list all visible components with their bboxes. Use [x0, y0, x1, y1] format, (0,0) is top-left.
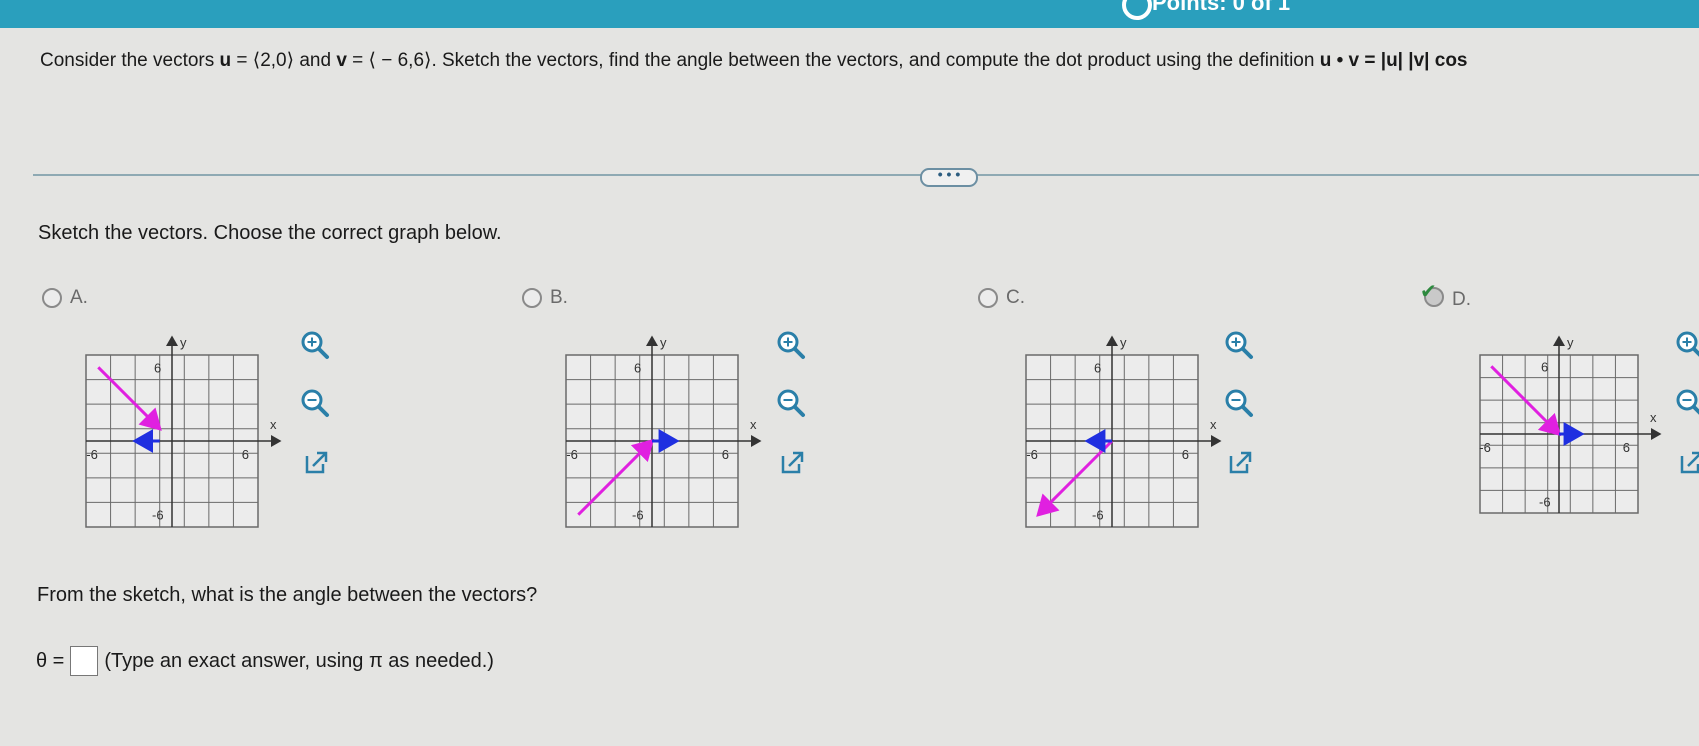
x-axis-label: x: [750, 417, 757, 432]
tick-label-y-pos: 6: [154, 360, 161, 375]
more-button[interactable]: • • •: [920, 167, 978, 187]
zoom-in-icon[interactable]: [1219, 325, 1259, 365]
radio-c[interactable]: [978, 288, 998, 308]
prompt-text: Sketch the vectors. Choose the correct g…: [38, 222, 502, 244]
zoom-out-icon[interactable]: [1219, 383, 1259, 423]
tick-label-x-neg: -6: [86, 447, 98, 462]
tick-label-x-pos: 6: [722, 447, 729, 462]
y-axis-label: y: [1120, 335, 1127, 350]
points-ring-icon: [1122, 0, 1152, 20]
graph-b: y x 6 -6 -6 6: [565, 335, 762, 528]
external-link-icon[interactable]: [1670, 442, 1699, 482]
checkmark-icon: ✔: [1420, 281, 1437, 303]
tick-label-x-neg: -6: [566, 447, 578, 462]
graph-a: y x 6 -6 -6 6: [85, 335, 282, 528]
option-b[interactable]: B.: [522, 287, 568, 309]
zoom-out-icon[interactable]: [771, 383, 811, 423]
question-text: Consider the vectors u = ⟨2,0⟩ and v = ⟨…: [40, 49, 1468, 72]
zoom-out-icon[interactable]: [295, 383, 335, 423]
tick-label-x-neg: -6: [1479, 440, 1491, 455]
question-rest: . Sketch the vectors, find the angle bet…: [431, 50, 1320, 71]
external-link-icon[interactable]: [771, 442, 811, 482]
option-c-label: C.: [1006, 287, 1025, 308]
zoom-in-icon[interactable]: [295, 325, 335, 365]
answer-input[interactable]: [70, 646, 99, 676]
zoom-out-icon[interactable]: [1670, 383, 1699, 423]
vector-v-value: = ⟨ − 6,6⟩: [346, 50, 432, 71]
tick-label-y-pos: 6: [1541, 359, 1548, 374]
vector-u-name: u: [219, 50, 232, 71]
tick-label-y-neg: -6: [632, 508, 644, 523]
answer-hint: (Type an exact answer, using π as needed…: [104, 649, 494, 672]
tick-label-x-neg: -6: [1026, 447, 1038, 462]
option-c[interactable]: C.: [978, 287, 1025, 309]
radio-b[interactable]: [522, 288, 542, 308]
graph-c: y x 6 -6 -6 6: [1025, 335, 1222, 528]
sketch-question: From the sketch, what is the angle betwe…: [37, 584, 538, 606]
option-d[interactable]: ✔ D.: [1420, 281, 1471, 313]
question-and: and: [294, 50, 337, 71]
points-label: Points: 0 of 1: [1152, 0, 1291, 15]
x-axis-label: x: [1650, 410, 1657, 425]
tick-label-y-neg: -6: [1092, 508, 1104, 523]
divider: [33, 174, 1699, 176]
option-d-label: D.: [1452, 289, 1471, 310]
theta-label: θ =: [36, 649, 65, 672]
external-link-icon[interactable]: [1219, 442, 1259, 482]
graph-d: y x 6 -6 -6 6: [1479, 335, 1662, 514]
radio-a[interactable]: [42, 288, 62, 308]
top-bar: Points: 0 of 1: [0, 0, 1699, 28]
zoom-in-icon[interactable]: [1670, 325, 1699, 365]
option-a[interactable]: A.: [42, 287, 88, 309]
tick-label-y-pos: 6: [1094, 360, 1101, 375]
tick-label-y-neg: -6: [1539, 495, 1551, 510]
x-axis-label: x: [270, 417, 277, 432]
external-link-icon[interactable]: [295, 442, 335, 482]
x-axis-label: x: [1210, 417, 1217, 432]
answer-line: θ = (Type an exact answer, using π as ne…: [36, 646, 494, 676]
zoom-in-icon[interactable]: [771, 325, 811, 365]
option-a-label: A.: [70, 287, 88, 308]
tick-label-x-pos: 6: [242, 447, 249, 462]
tick-label-x-pos: 6: [1182, 447, 1189, 462]
tick-label-x-pos: 6: [1623, 440, 1630, 455]
y-axis-label: y: [660, 335, 667, 350]
dot-product-definition: u • v = |u| |v| cos: [1319, 50, 1468, 71]
y-axis-label: y: [1567, 335, 1574, 350]
y-axis-label: y: [180, 335, 187, 350]
tick-label-y-pos: 6: [634, 360, 641, 375]
tick-label-y-neg: -6: [152, 508, 164, 523]
vector-u-value: = ⟨2,0⟩: [231, 50, 295, 71]
option-b-label: B.: [550, 287, 568, 308]
vector-v-name: v: [336, 50, 347, 71]
question-intro: Consider the vectors: [40, 50, 220, 71]
